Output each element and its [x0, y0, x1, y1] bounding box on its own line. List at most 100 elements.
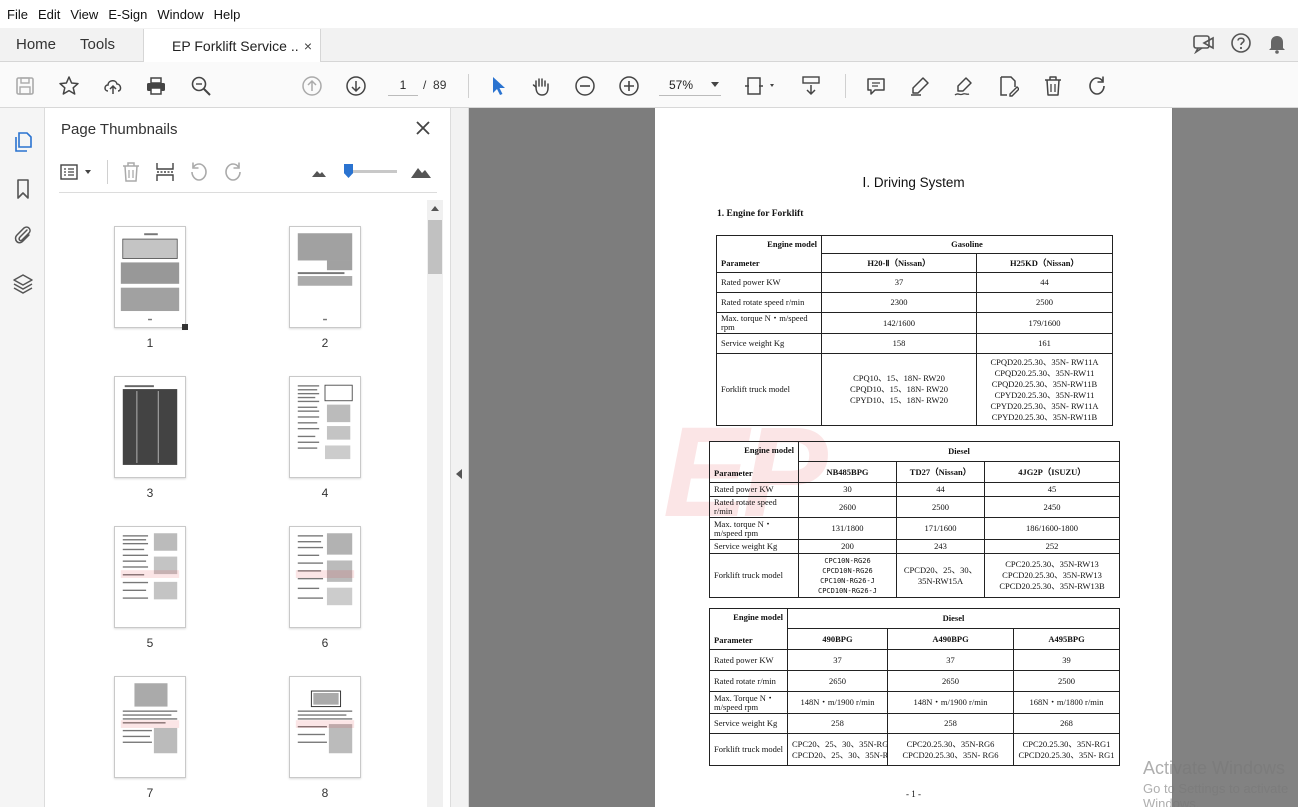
menu-bar: File Edit View E-Sign Window Help [0, 0, 1298, 28]
page-number-input[interactable] [388, 74, 418, 96]
truck-model: CPYD20.25.30、35N- RW11A [990, 400, 1099, 411]
tab-tools[interactable]: Tools [70, 28, 139, 61]
thumbnail-size-slider[interactable] [349, 170, 397, 173]
thumbnail-size-slider-handle[interactable] [344, 164, 353, 178]
thumbnail-label: 8 [321, 786, 329, 800]
upload-icon[interactable] [100, 73, 126, 99]
bell-icon[interactable] [1266, 32, 1288, 57]
select-cursor-icon[interactable] [485, 73, 511, 99]
tab-home[interactable]: Home [0, 28, 70, 61]
truck-model: CPC20.25.30、35N-RW13 [1005, 559, 1099, 569]
truck-model: CPQD20.25.30、35N- RW11A [990, 356, 1099, 367]
row-label: Service weight Kg [709, 539, 799, 554]
table-cell: 179/1600 [976, 312, 1113, 334]
tab-document[interactable]: EP Forklift Service ... × [143, 29, 322, 62]
help-icon[interactable] [1230, 32, 1252, 57]
truck-models-cell: CPC20.25.30、35N-RW13 CPCD20.25.30、35N-RW… [983, 553, 1121, 598]
row-label: Rated rotate speed r/min [716, 292, 822, 313]
sign-icon[interactable] [951, 73, 977, 99]
scroll-up-icon[interactable] [431, 206, 439, 211]
table-cell: 268 [1012, 713, 1121, 734]
thumbnail-page-1[interactable] [114, 226, 186, 328]
table-cell: 37 [787, 649, 888, 671]
truck-models-cell: CPQ10、15、18N- RW20 CPQD10、15、18N- RW20 C… [821, 353, 977, 426]
layers-icon[interactable] [10, 270, 36, 296]
close-tab-icon[interactable]: × [304, 38, 312, 54]
thumbnail-larger-icon[interactable] [409, 160, 433, 184]
menu-edit[interactable]: Edit [33, 7, 65, 22]
thumbnail-page-2[interactable] [289, 226, 361, 328]
scroll-mode-icon[interactable] [798, 73, 824, 99]
engine-model-header: NB485BPG [798, 461, 897, 483]
table-cell: 2500 [1012, 670, 1121, 692]
truck-model: CPCD20.25.30、35N-RW13B [999, 581, 1105, 591]
thumbnail-page-7[interactable] [114, 676, 186, 778]
print-icon[interactable] [143, 73, 169, 99]
scrollbar-thumb[interactable] [428, 220, 442, 274]
zoom-dropdown[interactable]: 57% [659, 74, 721, 96]
edit-pdf-icon[interactable] [995, 73, 1021, 99]
truck-model: CPCD20、25、30、 [903, 564, 978, 575]
truck-model: CPC20.25.30、35N-RG1 [1022, 738, 1111, 749]
attachment-icon[interactable] [10, 222, 36, 248]
zoom-in-icon[interactable] [616, 73, 642, 99]
document-tab-title: EP Forklift Service ... [172, 37, 298, 54]
insert-page-icon[interactable] [153, 160, 177, 184]
rotate-cw-icon[interactable] [221, 160, 245, 184]
parameter-label: Parameter [714, 635, 753, 645]
pages-icon[interactable] [10, 129, 36, 155]
hand-tool-icon[interactable] [528, 73, 554, 99]
thumbnail-page-8[interactable] [289, 676, 361, 778]
panel-splitter[interactable] [451, 108, 469, 807]
table-cell: 148N・m/1900 r/min [887, 691, 1014, 714]
rotate-icon[interactable] [1084, 73, 1110, 99]
menu-esign[interactable]: E-Sign [103, 7, 152, 22]
fuel-type-header: Diesel [786, 608, 1121, 629]
table-cell: 258 [887, 713, 1014, 734]
engine-model-header: 490BPG [787, 628, 888, 650]
comment-icon[interactable] [863, 73, 889, 99]
row-label: Forklift truck model [709, 733, 788, 766]
fit-page-icon[interactable] [744, 73, 778, 99]
truck-model: CPC10N-RG26 [824, 556, 871, 565]
chevron-down-icon [711, 82, 719, 87]
menu-window[interactable]: Window [152, 7, 208, 22]
collapse-panel-icon[interactable] [456, 469, 462, 479]
menu-help[interactable]: Help [209, 7, 246, 22]
document-view[interactable]: EP Ⅰ. Driving System 1. Engine for Forkl… [469, 108, 1298, 807]
highlight-icon[interactable] [907, 73, 933, 99]
thumbnail-page-3[interactable] [114, 376, 186, 478]
table-cell: 142/1600 [821, 312, 977, 334]
zoom-search-icon[interactable] [188, 73, 214, 99]
thumbnail-scrollbar[interactable] [427, 200, 443, 807]
table-cell: 45 [983, 482, 1121, 497]
prev-page-icon[interactable] [299, 73, 325, 99]
thumbnail-smaller-icon[interactable] [307, 160, 331, 184]
thumbnail-page-6[interactable] [289, 526, 361, 628]
rotate-ccw-icon[interactable] [187, 160, 211, 184]
truck-model: CPQD20.25.30、35N-RW11 [994, 367, 1095, 378]
bookmark-star-icon[interactable] [56, 73, 82, 99]
row-label: Max. Torque N・m/speed rpm [709, 691, 788, 714]
thumbnail-options-icon[interactable] [59, 160, 97, 184]
truck-models-cell: CPC20.25.30、35N-RG1 CPCD20.25.30、35N- RG… [1012, 733, 1121, 766]
share-review-icon[interactable] [1192, 32, 1216, 57]
delete-icon[interactable] [1040, 73, 1066, 99]
thumbnail-panel: Page Thumbnails 1 2 3 4 5 6 7 8 [45, 108, 451, 807]
menu-file[interactable]: File [2, 7, 33, 22]
table-cell: 2500 [976, 292, 1113, 313]
thumbnail-delete-icon[interactable] [119, 160, 143, 184]
row-label: Rated power KW [716, 272, 822, 293]
thumbnail-page-5[interactable] [114, 526, 186, 628]
close-panel-icon[interactable] [413, 118, 433, 138]
fuel-type-header: Diesel [797, 441, 1121, 462]
page-number-footer: - 1 - [906, 789, 921, 799]
table-cell: 161 [976, 333, 1113, 354]
menu-view[interactable]: View [65, 7, 103, 22]
next-page-icon[interactable] [343, 73, 369, 99]
thumbnail-page-4[interactable] [289, 376, 361, 478]
tab-bar-actions [1192, 28, 1298, 61]
bookmark-icon[interactable] [10, 176, 36, 202]
save-icon[interactable] [12, 73, 38, 99]
zoom-out-icon[interactable] [572, 73, 598, 99]
